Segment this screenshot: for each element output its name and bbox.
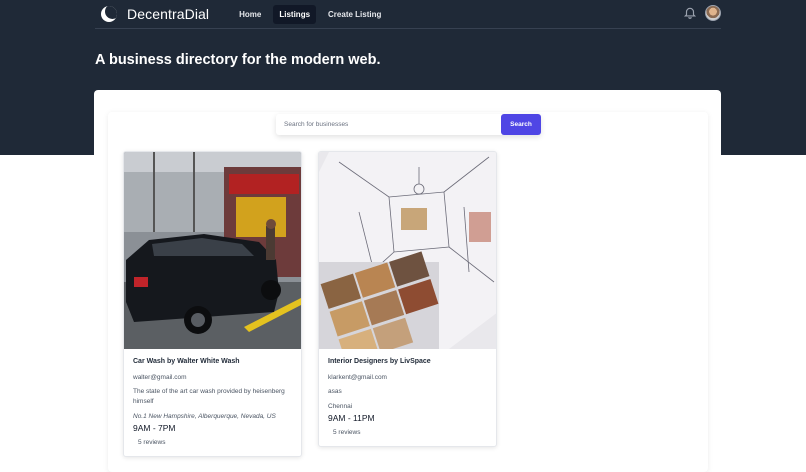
listing-card[interactable]: Interior Designers by LivSpace klarkent@… [318,151,497,447]
card-title[interactable]: Car Wash by Walter White Wash [133,358,292,365]
nav-home[interactable]: Home [233,5,267,24]
page-title: A business directory for the modern web. [95,52,381,68]
bell-icon[interactable] [683,6,697,20]
navbar: DecentraDial Home Listings Create Listin… [95,0,721,29]
card-title[interactable]: Interior Designers by LivSpace [328,358,487,365]
listing-card[interactable]: Car Wash by Walter White Wash walter@gma… [123,151,302,457]
card-hours: 9AM - 11PM [328,413,375,423]
card-body: Interior Designers by LivSpace klarkent@… [319,349,496,444]
card-reviews: 5 reviews [138,439,166,446]
logo-icon[interactable] [101,6,117,22]
card-email: walter@gmail.com [133,374,187,381]
nav-create-listing[interactable]: Create Listing [322,5,387,24]
nav-links: Home Listings Create Listing [233,4,387,24]
card-body: Car Wash by Walter White Wash walter@gma… [124,349,301,454]
search-button[interactable]: Search [501,114,541,135]
card-reviews: 5 reviews [333,429,361,436]
nav-listings[interactable]: Listings [273,4,317,24]
interior-sketch-photo[interactable] [319,152,496,349]
search-input[interactable] [276,114,501,135]
card-email: klarkent@gmail.com [328,374,387,381]
card-address: No.1 New Hampshire, Alberquerque, Nevada… [133,413,276,420]
avatar[interactable] [705,5,721,21]
card-hours: 9AM - 7PM [133,423,176,433]
card-description: asas [328,388,342,395]
card-description: The state of the art car wash provided b… [133,388,285,405]
car-wash-photo[interactable] [124,152,301,349]
search-bar: Search [276,114,541,135]
card-address: Chennai [328,403,353,410]
brand-name[interactable]: DecentraDial [127,6,209,22]
